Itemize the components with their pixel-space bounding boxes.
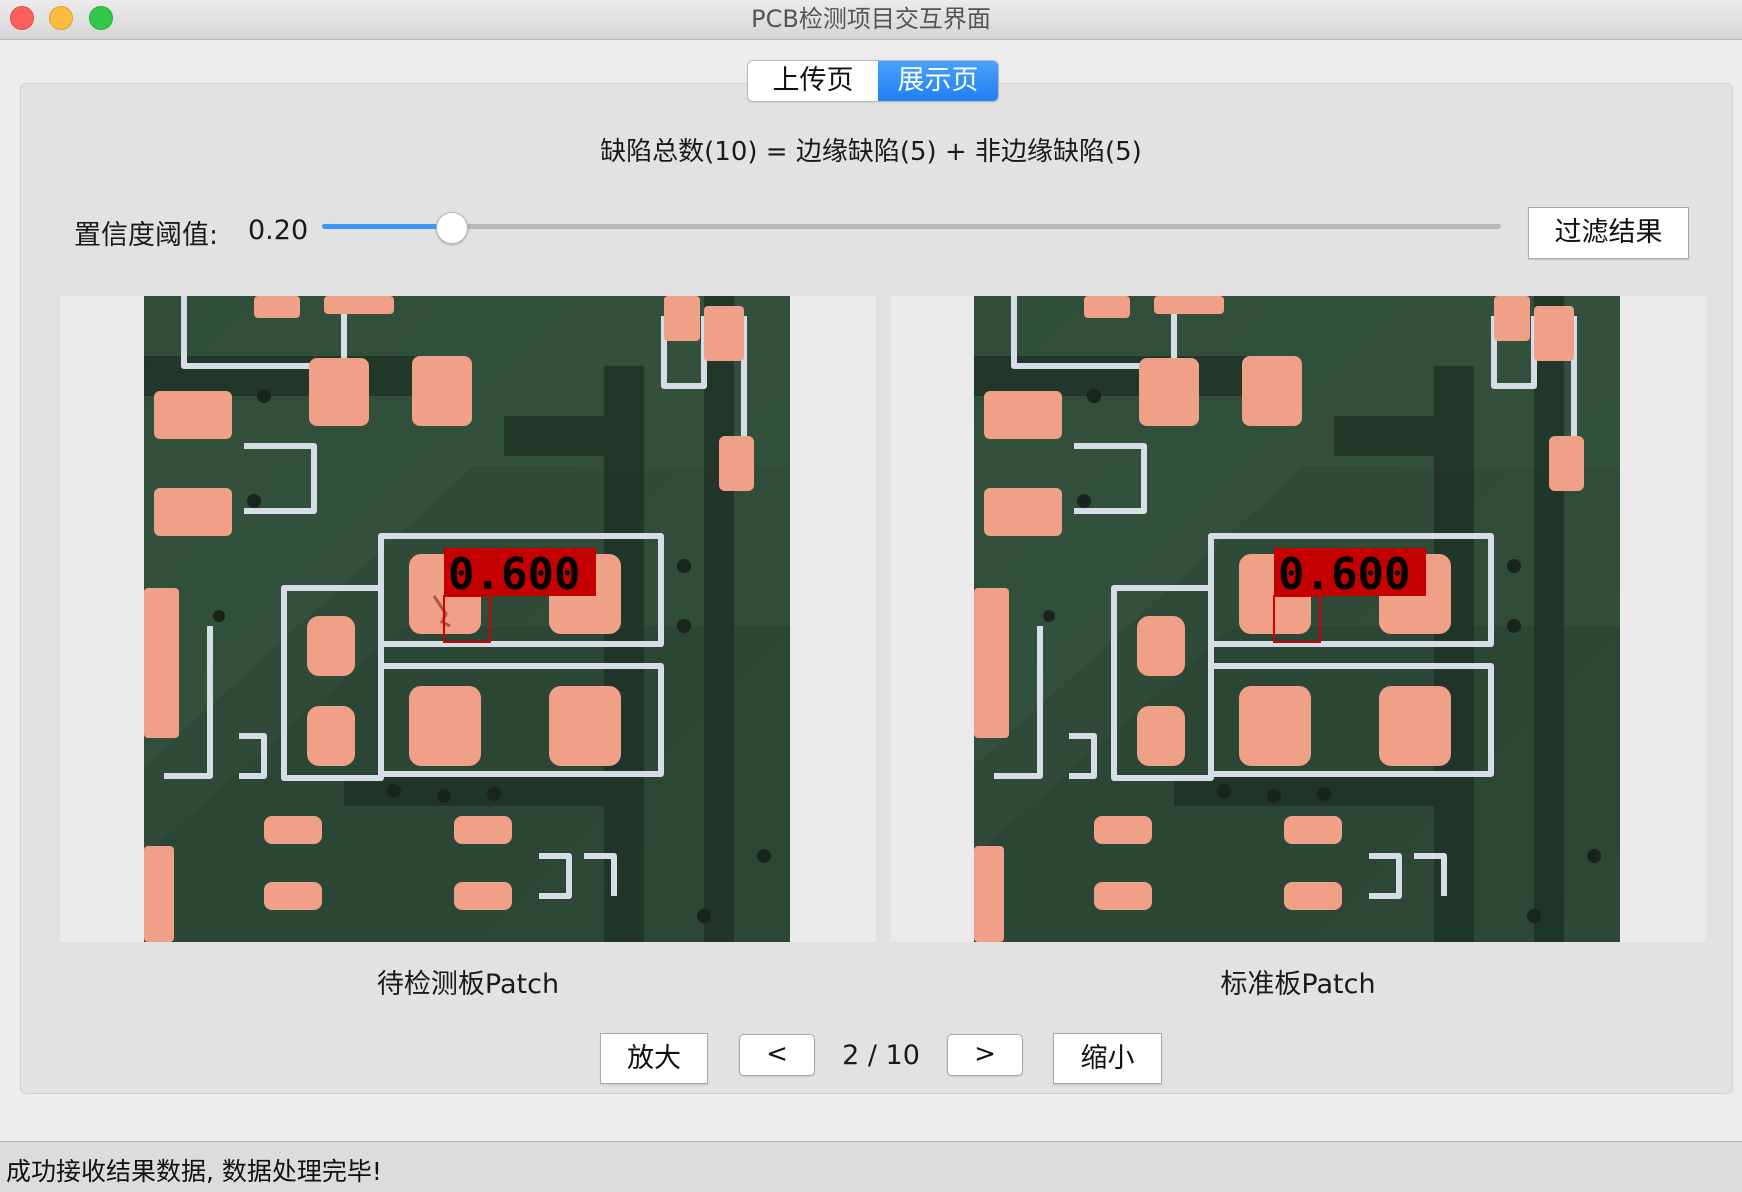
title-bar: PCB检测项目交互界面	[0, 0, 1742, 40]
app-window: PCB检测项目交互界面 上传页 展示页 缺陷总数(10) = 边缘缺陷(5) +…	[0, 0, 1742, 1192]
slider-thumb[interactable]	[435, 212, 468, 244]
filter-results-button[interactable]: 过滤结果	[1528, 207, 1689, 259]
threshold-slider[interactable]	[322, 212, 1501, 244]
threshold-value: 0.20	[248, 215, 309, 246]
test-board-caption: 待检测板Patch	[376, 969, 560, 1000]
test-board-pane: 0.600	[60, 296, 876, 942]
tab-display[interactable]: 展示页	[878, 61, 998, 101]
reference-score-label: 0.600	[1278, 549, 1410, 600]
tab-upload[interactable]: 上传页	[748, 61, 878, 101]
reference-board-caption: 标准板Patch	[1220, 969, 1376, 1000]
defect-summary: 缺陷总数(10) = 边缘缺陷(5) + 非边缘缺陷(5)	[600, 137, 1142, 167]
status-message: 成功接收结果数据, 数据处理完毕!	[6, 1157, 382, 1186]
zoom-in-button[interactable]: 放大	[600, 1033, 708, 1084]
slider-fill	[322, 224, 452, 229]
window-title: PCB检测项目交互界面	[751, 5, 991, 33]
test-score-label: 0.600	[448, 549, 580, 600]
tab-bar: 上传页 展示页	[747, 60, 999, 102]
test-board-image: 0.600	[144, 296, 790, 942]
reference-board-image: 0.600	[974, 296, 1620, 942]
page-indicator: 2 / 10	[842, 1040, 920, 1071]
previous-button[interactable]: <	[739, 1034, 815, 1076]
reference-board-pane: 0.600	[890, 296, 1706, 942]
threshold-label: 置信度阈值:	[74, 220, 219, 251]
zoom-out-button[interactable]: 缩小	[1053, 1033, 1162, 1084]
next-button[interactable]: >	[947, 1034, 1023, 1076]
status-bar: 成功接收结果数据, 数据处理完毕!	[0, 1141, 1742, 1192]
slider-track	[322, 224, 1501, 229]
